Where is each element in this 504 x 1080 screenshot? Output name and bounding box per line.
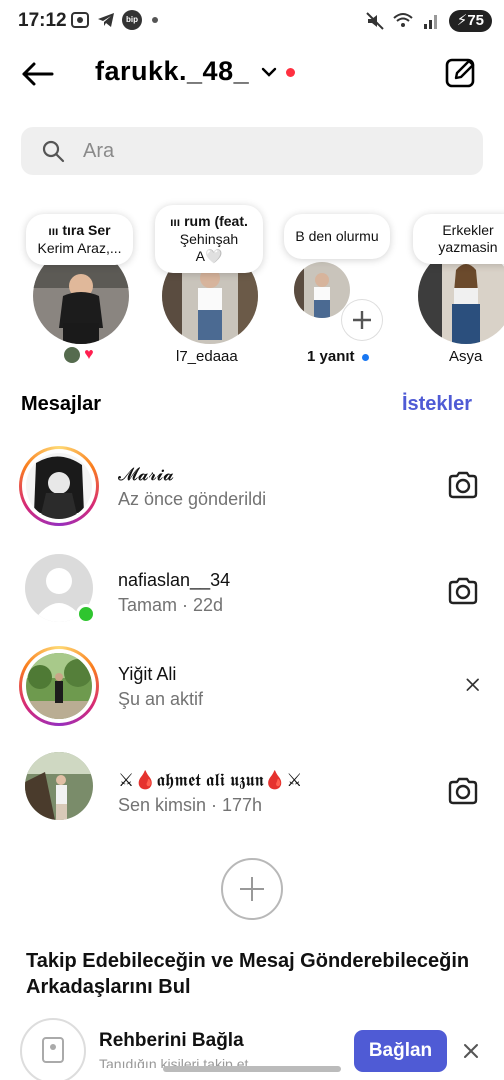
- note-reply-count: 1 yanıt: [307, 348, 369, 365]
- story-ring-avatar[interactable]: [19, 446, 99, 526]
- search-bar[interactable]: [21, 127, 483, 175]
- conversation-name: nafiaslan__34: [118, 570, 231, 590]
- conversation-preview: Az önce gönderildi: [118, 489, 267, 509]
- contacts-icon-circle: [20, 1018, 86, 1080]
- avatar: [26, 453, 92, 519]
- camera-icon[interactable]: [446, 774, 480, 808]
- contacts-book-icon: [42, 1037, 64, 1063]
- messages-heading: Mesajlar: [21, 393, 102, 415]
- close-icon[interactable]: [462, 674, 488, 700]
- note-username: Asya: [449, 348, 483, 365]
- note-bubble: ııı tıra Ser Kerim Araz,...: [26, 214, 133, 265]
- add-conversation-button[interactable]: [221, 858, 283, 920]
- music-bars-icon: ııı: [48, 224, 59, 238]
- requests-link[interactable]: İstekler: [402, 393, 472, 416]
- wifi-icon: [393, 13, 413, 27]
- avatar: [294, 262, 350, 318]
- online-status-dot: [76, 604, 96, 624]
- mute-icon: [366, 12, 384, 30]
- plus-icon: [240, 877, 264, 901]
- battery-level: 75: [467, 12, 484, 29]
- conversation-preview: Tamam · 22d: [118, 595, 224, 615]
- add-note-button[interactable]: [342, 300, 382, 340]
- search-icon: [42, 140, 65, 163]
- conversation-preview: Şu an aktif: [118, 689, 204, 709]
- connect-contacts-title: Rehberini Bağla: [99, 1030, 244, 1051]
- unread-dot: [361, 353, 369, 361]
- mini-avatar: [64, 347, 80, 364]
- status-bar: 17:12 bip ⚡75: [0, 0, 504, 44]
- note-bubble: Erkekler yazmasin: [413, 214, 504, 264]
- camera-icon[interactable]: [446, 574, 480, 608]
- close-icon[interactable]: [462, 1042, 480, 1060]
- chevron-down-icon[interactable]: [261, 64, 277, 80]
- notification-dot-icon: [152, 17, 158, 23]
- conversation-row[interactable]: Yiğit Ali Şu an aktif: [0, 646, 504, 742]
- account-notification-dot: [286, 68, 295, 77]
- heart-icon: ♥: [84, 346, 94, 364]
- compose-icon[interactable]: [444, 56, 478, 90]
- conversation-name: 𝓜𝓪𝓻𝓲𝓪: [118, 464, 174, 484]
- connect-button[interactable]: Bağlan: [354, 1030, 447, 1072]
- status-time: 17:12: [18, 10, 67, 31]
- telegram-icon: [98, 13, 114, 27]
- conversation-row[interactable]: 𝓜𝓪𝓻𝓲𝓪 Az önce gönderildi: [0, 446, 504, 542]
- bip-icon: bip: [122, 10, 142, 30]
- conversation-row[interactable]: ⚔🩸𝖆𝖍𝖒𝖊𝖙 𝖆𝖑𝖎 𝖚𝖟𝖚𝖓🩸⚔ Sen kimsin · 177h: [0, 752, 504, 848]
- conversation-row[interactable]: nafiaslan__34 Tamam · 22d: [0, 552, 504, 648]
- header: farukk._48_: [0, 50, 504, 100]
- status-left-icons: bip: [70, 10, 158, 30]
- note-bubble: ııı rum (feat. Şehinşah A🤍: [155, 205, 263, 273]
- battery-indicator: ⚡75: [448, 10, 492, 32]
- music-bars-icon: ııı: [170, 215, 181, 229]
- find-friends-heading: Takip Edebileceğin ve Mesaj Gönderebilec…: [26, 950, 470, 998]
- status-right-icons: ⚡75: [365, 10, 492, 32]
- conversation-name: ⚔🩸𝖆𝖍𝖒𝖊𝖙 𝖆𝖑𝖎 𝖚𝖟𝖚𝖓🩸⚔: [118, 770, 303, 790]
- plus-icon: [353, 311, 371, 329]
- search-input[interactable]: [83, 127, 463, 175]
- note-reactions: ♥: [64, 346, 94, 364]
- note-username: l7_edaaa: [176, 348, 238, 365]
- screenshot-icon: [71, 12, 89, 28]
- avatar: [26, 653, 92, 719]
- conversation-preview: Sen kimsin · 177h: [118, 795, 263, 815]
- camera-icon[interactable]: [446, 468, 480, 502]
- story-ring-avatar[interactable]: [19, 646, 99, 726]
- notes-row: ııı tıra Ser Kerim Araz,... ♥ ııı rum (fea…: [0, 200, 504, 380]
- conversation-name: Yiğit Ali: [118, 664, 177, 684]
- account-username[interactable]: farukk._48_: [95, 56, 249, 87]
- avatar[interactable]: [25, 752, 93, 820]
- home-indicator[interactable]: [163, 1066, 341, 1072]
- back-arrow-icon[interactable]: [20, 58, 56, 90]
- avatar-image: [25, 752, 93, 820]
- signal-icon: [423, 15, 437, 29]
- note-bubble: B den olurmu: [284, 214, 390, 259]
